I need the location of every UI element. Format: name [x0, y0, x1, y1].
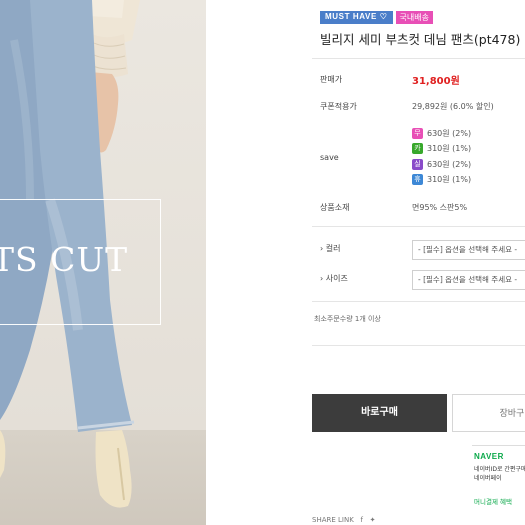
naver-logo: NAVER [474, 452, 504, 461]
naver-pay-box[interactable]: NAVER 네이버ID로 간편구매 네이버페이 머니결제 혜택 [472, 445, 525, 515]
divider [312, 301, 525, 302]
save-item: 카 310원 (1%) [412, 143, 471, 154]
buy-now-button[interactable]: 바로구매 [312, 394, 447, 432]
phone-icon: 휴 [412, 174, 423, 185]
save-item-text: 310원 (1%) [427, 144, 472, 153]
point-icon: 무 [412, 128, 423, 139]
divider [312, 345, 525, 346]
share-label: SHARE LINK [312, 516, 354, 524]
facebook-icon[interactable]: f [356, 516, 362, 524]
size-option-label: › 사이즈 [320, 274, 348, 283]
domestic-shipping-badge: 국내배송 [395, 11, 433, 24]
overlay-text: TS CUT [0, 240, 129, 279]
size-select[interactable]: - [필수] 옵션을 선택해 주세요 - [412, 270, 525, 290]
twitter-icon[interactable]: ✦ [365, 516, 376, 524]
save-item: 휴 310원 (1%) [412, 174, 471, 185]
price-label: 판매가 [320, 75, 343, 84]
product-title: 빌리지 세미 부츠컷 데님 팬츠(pt478) [320, 32, 521, 47]
account-icon: 실 [412, 159, 423, 170]
min-quantity-note: 최소주문수량 1개 이상 [314, 315, 381, 323]
color-select[interactable]: - [필수] 옵션을 선택해 주세요 - [412, 240, 525, 260]
save-item-text: 310원 (1%) [427, 175, 472, 184]
color-option-label: › 컬러 [320, 244, 341, 253]
naver-line: 네이버페이 [474, 475, 502, 482]
material-label: 상품소재 [320, 203, 350, 212]
price-value: 31,800원 [412, 76, 460, 87]
product-info-panel: MUST HAVE ♡ 국내배송 빌리지 세미 부츠컷 데님 팬츠(pt478)… [312, 0, 525, 525]
share-link: SHARE LINK f ✦ [312, 516, 376, 524]
save-item: 실 630원 (2%) [412, 159, 471, 170]
save-item-text: 630원 (2%) [427, 129, 472, 138]
naver-benefit[interactable]: 머니결제 혜택 [474, 496, 512, 506]
save-item: 무 630원 (2%) [412, 128, 471, 139]
naver-line: 네이버ID로 간편구매 [474, 466, 525, 473]
coupon-label: 쿠폰적용가 [320, 102, 357, 111]
coupon-value: 29,892원 (6.0% 할인) [412, 102, 494, 111]
material-value: 면95% 스판5% [412, 203, 468, 212]
divider [312, 58, 525, 59]
divider [312, 226, 525, 227]
save-item-text: 630원 (2%) [427, 160, 472, 169]
badge-group: MUST HAVE ♡ 국내배송 [320, 11, 433, 24]
must-have-badge: MUST HAVE ♡ [320, 11, 393, 24]
product-photo: TS CUT [0, 0, 206, 525]
card-icon: 카 [412, 143, 423, 154]
add-to-cart-button[interactable]: 장바구니 [452, 394, 525, 432]
save-label: save [320, 153, 339, 162]
